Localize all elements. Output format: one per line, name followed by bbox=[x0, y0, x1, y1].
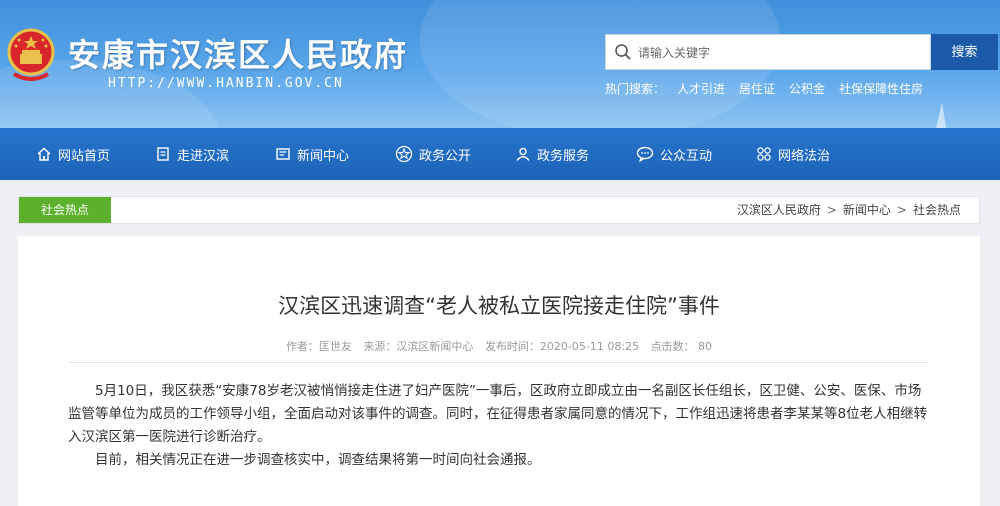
article-title: 汉滨区迅速调查“老人被私立医院接走住院”事件 bbox=[278, 294, 720, 318]
article-paragraph: 5月10日，我区获悉“安康78岁老汉被悄悄接走住进了妇产医院”一事后，区政府立即… bbox=[68, 383, 928, 445]
nav-item-news[interactable]: 新闻中心 bbox=[275, 128, 349, 180]
nav-item-label: 政务服务 bbox=[537, 148, 590, 164]
breadcrumb-link[interactable]: 新闻中心 bbox=[843, 203, 891, 217]
document-icon bbox=[157, 147, 169, 161]
star-icon bbox=[395, 145, 413, 163]
national-emblem-icon bbox=[7, 28, 55, 81]
chat-icon bbox=[636, 146, 654, 162]
article-date: 发布时间：2020-05-11 08:25 bbox=[484, 340, 640, 353]
hot-search-link[interactable]: 公积金 bbox=[789, 82, 825, 96]
search-button[interactable]: 搜索 bbox=[931, 34, 998, 70]
site-title: 安康市汉滨区人民政府 bbox=[68, 36, 409, 74]
nav-item-label: 新闻中心 bbox=[297, 148, 350, 164]
section-tag[interactable]: 社会热点 bbox=[19, 197, 111, 223]
hot-search-bar: 热门搜索： 人才引进 居住证 公积金 社保保障性住房 bbox=[605, 80, 937, 97]
nav-item-gov-affairs[interactable]: 政务公开 bbox=[395, 128, 471, 180]
hot-search-link[interactable]: 人才引进 bbox=[677, 82, 725, 96]
breadcrumb-link[interactable]: 社会热点 bbox=[913, 203, 961, 217]
article-author: 作者：匡世友 bbox=[285, 340, 352, 353]
hot-search-link[interactable]: 社保保障性住房 bbox=[839, 82, 923, 96]
nav-item-label: 政务公开 bbox=[419, 148, 472, 164]
nav-item-label: 公众互动 bbox=[660, 148, 713, 164]
breadcrumb-separator: > bbox=[896, 203, 907, 217]
main-nav: 网站首页 走进汉滨 新闻中心 政务公开 政务服务 公众互动 网络法治 bbox=[0, 128, 1000, 180]
article-meta: 作者：匡世友 来源：汉滨区新闻中心 发布时间：2020-05-11 08:25 … bbox=[18, 338, 980, 354]
site-header: 安康市汉滨区人民政府 HTTP://WWW.HANBIN.GOV.CN 搜索 热… bbox=[0, 0, 1000, 128]
site-url: HTTP://WWW.HANBIN.GOV.CN bbox=[108, 76, 344, 91]
nav-item-label: 走进汉滨 bbox=[177, 148, 230, 164]
hot-search-label: 热门搜索： bbox=[605, 82, 666, 96]
search-icon bbox=[615, 44, 631, 60]
nav-item-label: 网站首页 bbox=[58, 148, 111, 164]
grid-icon bbox=[757, 147, 771, 161]
breadcrumb-link[interactable]: 汉滨区人民政府 bbox=[737, 203, 821, 217]
breadcrumb-separator: > bbox=[826, 203, 837, 217]
user-service-icon bbox=[516, 147, 530, 161]
article-clicks: 点击数： 80 bbox=[650, 340, 713, 353]
article-paragraph: 目前，相关情况正在进一步调查核实中，调查结果将第一时间向社会通报。 bbox=[95, 452, 541, 468]
nav-item-legal[interactable]: 网络法治 bbox=[756, 128, 830, 180]
nav-item-about[interactable]: 走进汉滨 bbox=[155, 128, 229, 180]
article-panel: 汉滨区迅速调查“老人被私立医院接走住院”事件 作者：匡世友 来源：汉滨区新闻中心… bbox=[18, 236, 980, 506]
article-body: 5月10日，我区获悉“安康78岁老汉被悄悄接走住进了妇产医院”一事后，区政府立即… bbox=[68, 380, 933, 472]
breadcrumb: 汉滨区人民政府 > 新闻中心 > 社会热点 bbox=[737, 197, 961, 223]
article-divider bbox=[68, 362, 928, 363]
news-icon bbox=[276, 148, 290, 160]
hot-search-link[interactable]: 居住证 bbox=[739, 82, 775, 96]
article-source: 来源：汉滨区新闻中心 bbox=[363, 340, 474, 353]
tower-decoration-icon bbox=[936, 102, 946, 128]
nav-item-label: 网络法治 bbox=[778, 148, 831, 164]
search-input[interactable] bbox=[636, 35, 930, 71]
nav-item-interaction[interactable]: 公众互动 bbox=[636, 128, 712, 180]
nav-item-home[interactable]: 网站首页 bbox=[36, 128, 110, 180]
section-bar: 社会热点 汉滨区人民政府 > 新闻中心 > 社会热点 bbox=[18, 196, 980, 224]
search-box bbox=[605, 34, 931, 71]
home-icon bbox=[37, 147, 51, 161]
nav-item-services[interactable]: 政务服务 bbox=[515, 128, 589, 180]
